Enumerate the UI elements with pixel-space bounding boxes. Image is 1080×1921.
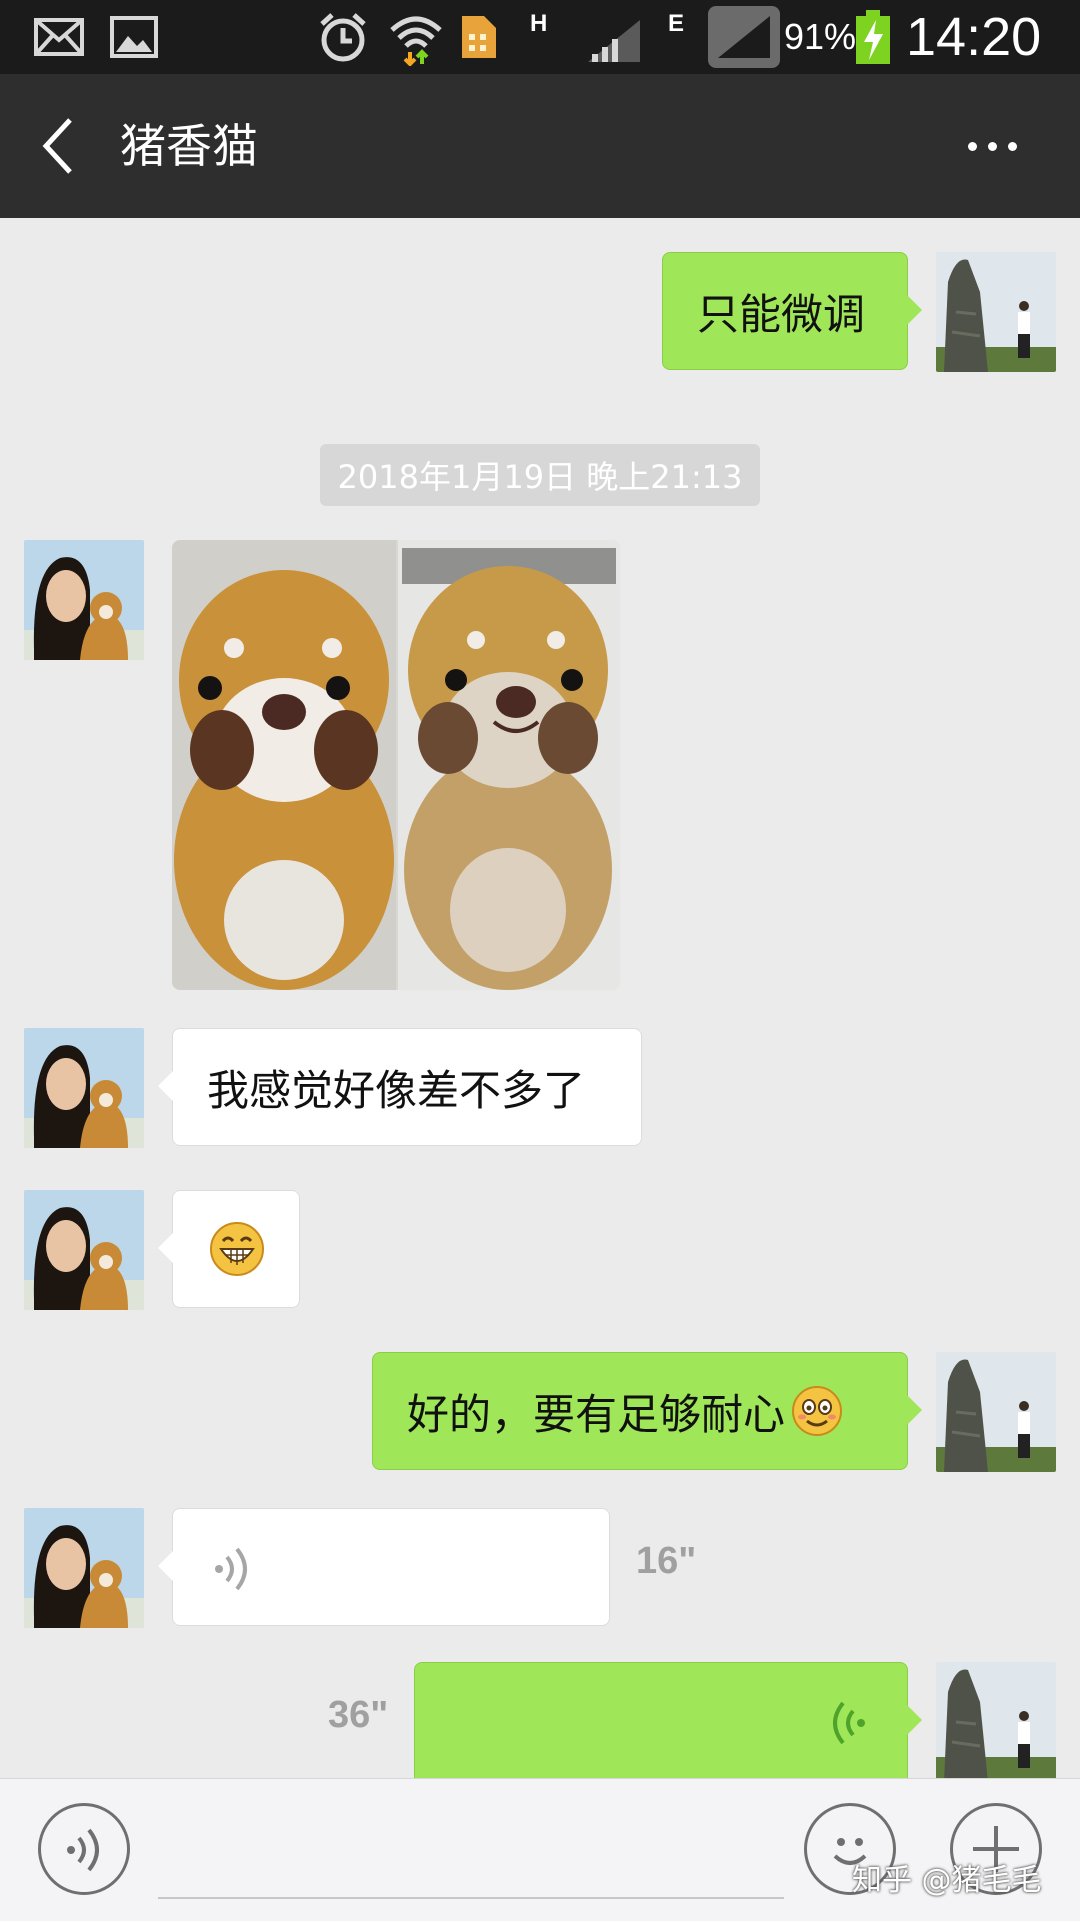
sent-voice-message[interactable] bbox=[414, 1662, 922, 1778]
smile-emoji-icon bbox=[792, 1386, 843, 1436]
network-e-label: E bbox=[668, 10, 685, 37]
contact-avatar[interactable] bbox=[24, 1508, 144, 1628]
network-h-label: H bbox=[530, 10, 548, 37]
signal-icon-highlight bbox=[708, 6, 780, 68]
watermark: 知乎 @猪毛毛 bbox=[852, 1863, 1042, 1898]
chevron-left-icon[interactable] bbox=[36, 114, 80, 178]
received-message-bubble[interactable]: 我感觉好像差不多了 bbox=[158, 1028, 642, 1146]
received-emoji-bubble[interactable] bbox=[158, 1190, 300, 1308]
contact-avatar[interactable] bbox=[24, 540, 144, 660]
battery-percent: 91% bbox=[784, 16, 857, 57]
clock: 14:20 bbox=[906, 7, 1042, 67]
voice-duration: 36" bbox=[328, 1694, 389, 1736]
message-text: 我感觉好像差不多了 bbox=[207, 1065, 586, 1115]
chat-header: 猪香猫 bbox=[0, 74, 1080, 218]
received-image-message[interactable] bbox=[172, 540, 620, 990]
voice-duration: 16" bbox=[636, 1540, 697, 1582]
contact-avatar[interactable] bbox=[24, 1190, 144, 1310]
self-avatar[interactable] bbox=[936, 252, 1056, 372]
image-icon bbox=[110, 16, 158, 58]
signal-icon bbox=[588, 20, 640, 62]
status-bar: H E 91% 14:20 bbox=[0, 0, 1080, 74]
message-input[interactable] bbox=[158, 1897, 784, 1899]
chat-title: 猪香猫 bbox=[120, 119, 258, 173]
message-text: 只能微调 bbox=[697, 289, 866, 339]
building-app-icon bbox=[462, 16, 496, 58]
received-voice-message[interactable] bbox=[158, 1508, 610, 1626]
grin-emoji-icon bbox=[210, 1222, 264, 1276]
voice-wave-icon bbox=[215, 1547, 247, 1591]
alarm-icon bbox=[320, 13, 366, 62]
wifi-icon bbox=[390, 16, 442, 66]
message-timestamp: 2018年1月19日 晚上21:13 bbox=[320, 444, 760, 506]
self-avatar[interactable] bbox=[936, 1662, 1056, 1782]
message-content: 好的，要有足够耐心 bbox=[407, 1353, 843, 1469]
more-dots-icon[interactable] bbox=[962, 130, 1022, 162]
voice-toggle-icon[interactable] bbox=[38, 1803, 130, 1895]
battery-charging-icon bbox=[856, 10, 890, 64]
self-avatar[interactable] bbox=[936, 1352, 1056, 1472]
message-text: 好的，要有足够耐心 bbox=[407, 1389, 786, 1439]
voice-wave-icon bbox=[833, 1701, 865, 1745]
input-bar bbox=[0, 1778, 1080, 1921]
sent-message-bubble[interactable]: 只能微调 bbox=[662, 252, 922, 370]
sent-message-bubble[interactable]: 好的，要有足够耐心 bbox=[372, 1352, 922, 1470]
contact-avatar[interactable] bbox=[24, 1028, 144, 1148]
mail-icon bbox=[34, 18, 84, 56]
